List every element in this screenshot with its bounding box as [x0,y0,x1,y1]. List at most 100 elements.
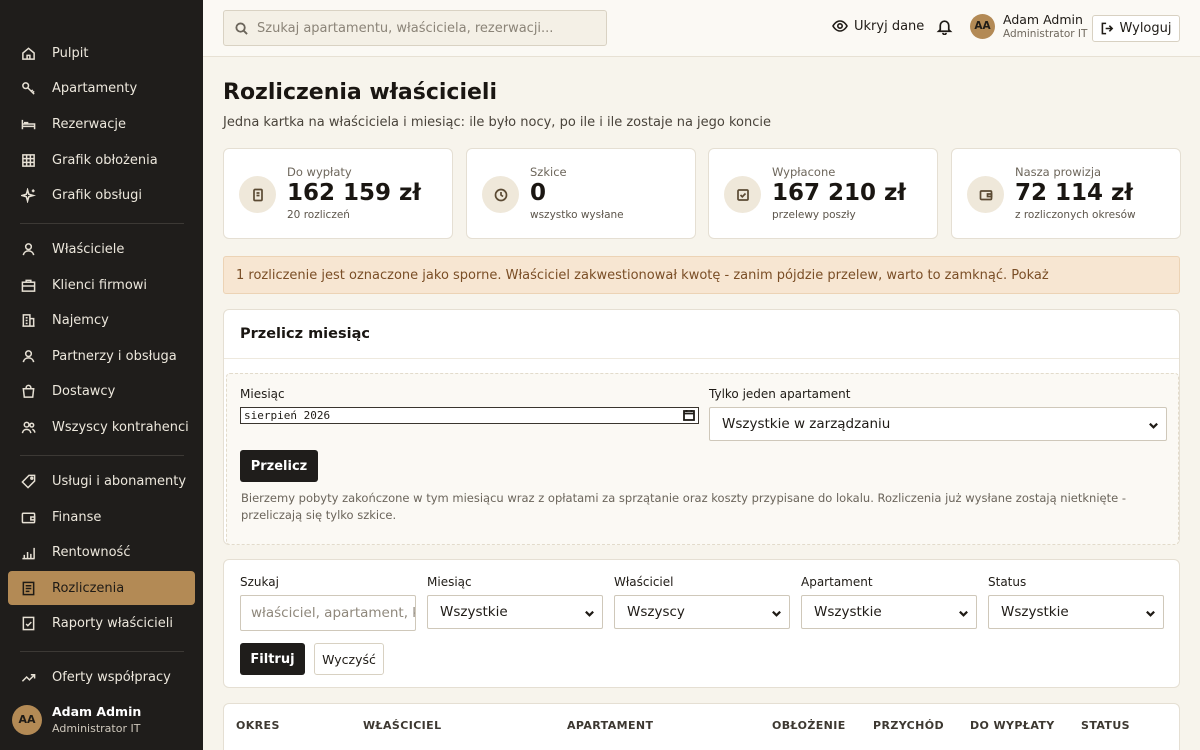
settlements-table: OKRES WŁAŚCICIEL APARTAMENT OBŁOŻENIE PR… [223,703,1180,750]
sidebar-item-label: Grafik obsługi [52,187,143,203]
month-date-input[interactable]: sierpień 2026 [240,407,699,424]
home-icon [20,45,36,61]
sidebar-item-label: Klienci firmowi [52,277,148,293]
table-header-wlasciciel[interactable]: WŁAŚCICIEL [363,719,442,732]
filter-search-input[interactable]: właściciel, apartament, kwota [240,595,416,631]
sidebar-item-grafik-obslugi[interactable]: Grafik obsługi [8,178,195,212]
sidebar-item-label: Dostawcy [52,383,116,399]
sidebar-item-raporty[interactable]: Raporty właścicieli [8,606,195,640]
sidebar-item-partnerzy[interactable]: Partnerzy i obsługa [8,339,195,373]
sidebar-item-label: Finanse [52,509,102,525]
sidebar-item-finanse[interactable]: Finanse [8,500,195,534]
clear-button[interactable]: Wyczyść [314,643,384,675]
table-header-apartament[interactable]: APARTAMENT [567,719,653,732]
sidebar-item-pulpit[interactable]: Pulpit [8,36,195,70]
chevron-down-icon [771,607,782,623]
search-icon [235,21,248,35]
briefcase-icon [20,277,36,293]
sidebar-item-label: Wszyscy kontrahenci [52,419,189,435]
tag-icon [20,473,36,489]
sidebar-item-grafik-oblozenia[interactable]: Grafik obłożenia [8,143,195,177]
sidebar-divider [20,455,184,456]
sidebar-item-label: Najemcy [52,312,109,328]
table-header-oblozenie[interactable]: OBŁOŻENIE [772,719,846,732]
filter-owner-value: Wszyscy [627,604,685,620]
logout-label: Wyloguj [1119,21,1172,36]
topbar-user[interactable]: AA Adam Admin Administrator IT [970,12,1087,40]
stat-value: 162 159 zł [287,180,421,206]
table-header-do-wyplaty[interactable]: DO WYPŁATY [970,719,1055,732]
filter-panel: Szukaj właściciel, apartament, kwota Mie… [223,559,1180,688]
user-icon [20,348,36,364]
table-header-status[interactable]: STATUS [1081,719,1130,732]
filter-owner-label: Właściciel [614,575,674,589]
sidebar-item-label: Rentowność [52,544,131,560]
filter-search-placeholder: właściciel, apartament, kwota [251,605,415,621]
month-label: Miesiąc [240,387,285,401]
search-input[interactable]: Szukaj apartamentu, właściciela, rezerwa… [223,10,607,46]
sidebar-user[interactable]: AA Adam Admin Administrator IT [12,704,141,735]
stat-value: 167 210 zł [772,180,906,206]
sidebar-divider [20,651,184,652]
hide-data-button[interactable]: Ukryj dane [832,18,924,34]
users-icon [20,419,36,435]
recalc-panel: Przelicz miesiąc Miesiąc sierpień 2026 T… [223,309,1180,545]
filter-status-label: Status [988,575,1027,589]
hide-data-label: Ukryj dane [854,18,925,34]
sidebar-item-apartamenty[interactable]: Apartamenty [8,71,195,105]
sidebar-item-label: Apartamenty [52,80,138,96]
sidebar-item-label: Oferty współpracy [52,669,171,685]
apartment-select[interactable]: Wszystkie w zarządzaniu [709,407,1167,441]
page-title: Rozliczenia właścicieli [223,80,498,105]
sidebar-item-uslugi[interactable]: Usługi i abonamenty [8,464,195,498]
stat-value: 0 [530,180,547,206]
filter-button[interactable]: Filtruj [240,643,305,675]
sidebar-item-label: Pulpit [52,45,89,61]
chevron-down-icon [1145,607,1156,623]
notifications-button[interactable] [936,18,953,39]
sidebar-item-rentownosc[interactable]: Rentowność [8,535,195,569]
filter-apartment-select[interactable]: Wszystkie [801,595,977,629]
check-doc-icon [20,615,36,631]
sidebar-item-dostawcy[interactable]: Dostawcy [8,374,195,408]
sidebar-item-wlasciciele[interactable]: Właściciele [8,232,195,266]
bed-icon [20,116,36,132]
receipt-icon [20,580,36,596]
sidebar-item-oferty[interactable]: Oferty współpracy [8,660,195,694]
table-header-okres[interactable]: OKRES [236,719,280,732]
checkbox-icon [724,176,761,213]
wallet-icon [20,509,36,525]
sidebar-item-najemcy[interactable]: Najemcy [8,303,195,337]
table-header-przychod[interactable]: PRZYCHÓD [873,719,944,732]
document-icon [239,176,276,213]
filter-apartment-label: Apartament [801,575,873,589]
avatar: AA [12,704,42,735]
chevron-down-icon [584,607,595,623]
sidebar-item-rezerwacje[interactable]: Rezerwacje [8,107,195,141]
user-role: Administrator IT [1003,28,1088,40]
filter-month-select[interactable]: Wszystkie [427,595,603,629]
recalc-button[interactable]: Przelicz [240,450,318,482]
eye-icon [832,20,848,32]
logout-button[interactable]: Wyloguj [1092,15,1180,42]
stat-sub: 20 rozliczeń [287,209,350,221]
sidebar-item-klienci-firmowi[interactable]: Klienci firmowi [8,268,195,302]
sidebar-divider [20,223,184,224]
stat-card-szkice: Szkice 0 wszystko wysłane [466,148,696,239]
filter-status-select[interactable]: Wszystkie [988,595,1164,629]
sidebar-item-label: Raporty właścicieli [52,615,173,631]
sparkle-icon [20,187,36,203]
stat-label: Wypłacone [772,165,836,179]
filter-owner-select[interactable]: Wszyscy [614,595,790,629]
sidebar-item-wszyscy-kontrahenci[interactable]: Wszyscy kontrahenci [8,410,195,444]
sidebar-item-rozliczenia[interactable]: Rozliczenia [8,571,195,605]
dispute-alert[interactable]: 1 rozliczenie jest oznaczone jako sporne… [223,256,1180,294]
calendar-icon[interactable] [683,409,695,421]
sidebar-item-label: Rezerwacje [52,116,126,132]
filter-month-label: Miesiąc [427,575,472,589]
avatar: AA [970,13,995,39]
clock-icon [482,176,519,213]
user-role: Administrator IT [52,722,141,735]
sidebar: Pulpit Apartamenty Rezerwacje Grafik obł… [0,0,203,750]
user-name: Adam Admin [52,704,142,719]
